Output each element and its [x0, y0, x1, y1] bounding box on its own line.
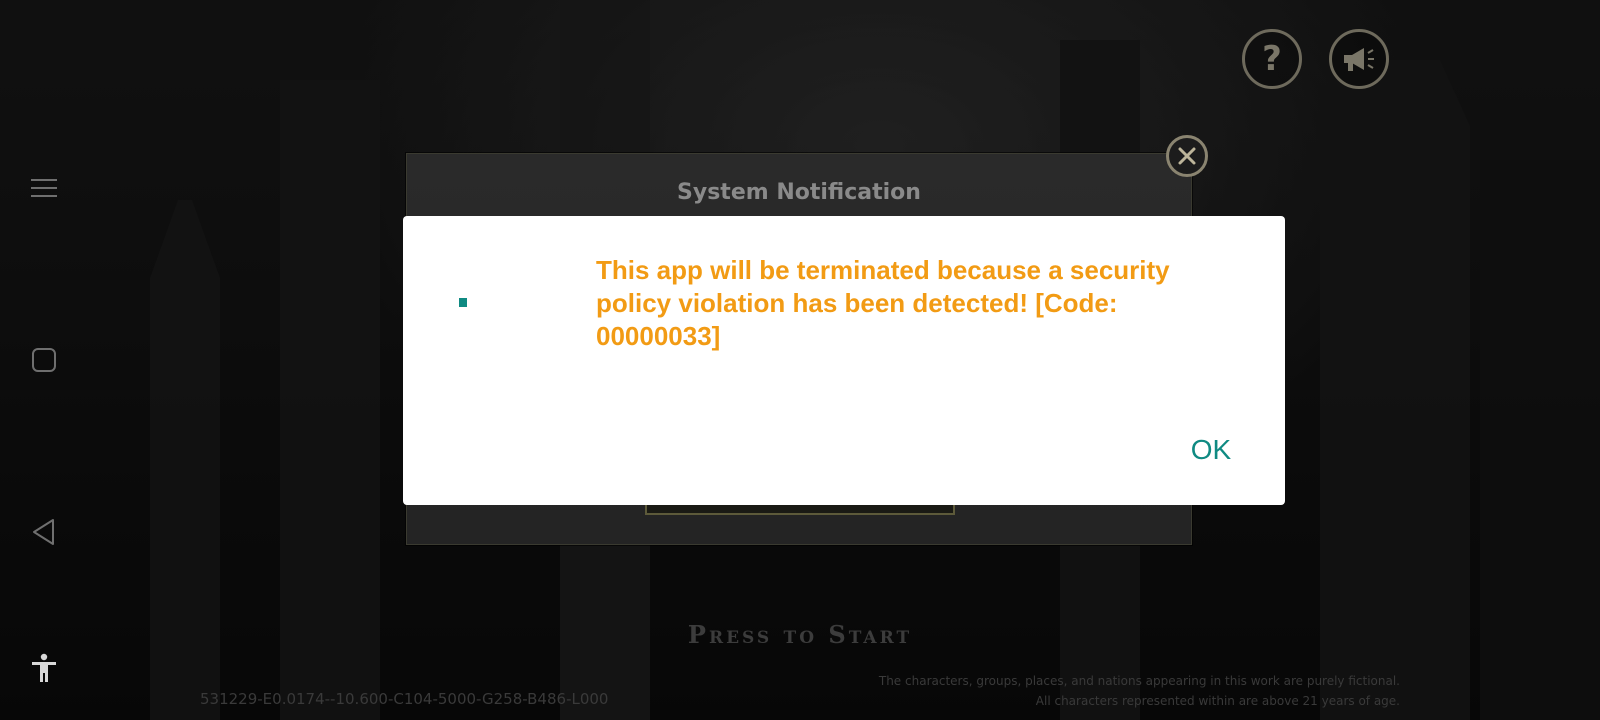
version-string: 531229-E0.0174--10.600-C104-5000-G258-B4… [200, 690, 609, 708]
megaphone-icon [1344, 48, 1374, 71]
home-square-icon[interactable] [28, 344, 60, 376]
press-to-start-label[interactable]: Press to Start [0, 620, 1600, 649]
notice-button[interactable] [1329, 29, 1389, 89]
dialog-message: This app will be terminated because a se… [596, 255, 1170, 351]
accessibility-icon[interactable] [28, 652, 60, 684]
help-button[interactable]: ? [1242, 29, 1302, 89]
menu-icon[interactable] [28, 172, 60, 204]
question-mark-icon: ? [1262, 39, 1282, 79]
security-alert-dialog: This app will be terminated because a se… [403, 216, 1285, 505]
close-circle-icon [1178, 147, 1196, 165]
close-button[interactable] [1166, 135, 1208, 177]
ok-button[interactable]: OK [1173, 428, 1249, 472]
back-triangle-icon[interactable] [28, 516, 60, 548]
system-notification-title: System Notification [677, 180, 921, 205]
game-background: ? System Notification Press to Start 531… [0, 0, 1600, 720]
disclaimer-line: All characters represented within are ab… [1035, 694, 1400, 708]
app-icon [459, 298, 467, 307]
disclaimer-line: The characters, groups, places, and nati… [878, 674, 1400, 688]
disclaimer: The characters, groups, places, and nati… [879, 671, 1400, 711]
